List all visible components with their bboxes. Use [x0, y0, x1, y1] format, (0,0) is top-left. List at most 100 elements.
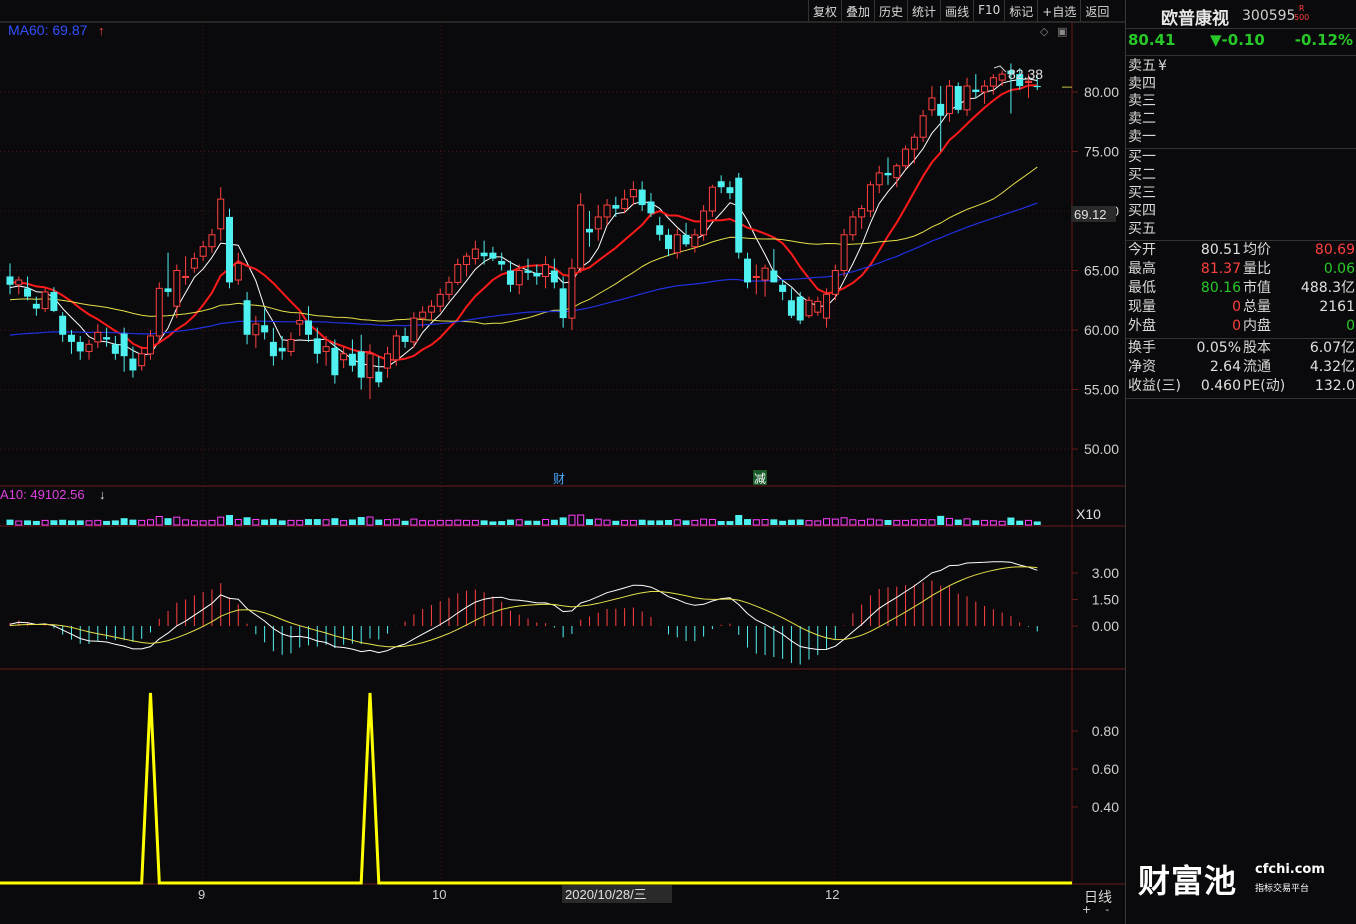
volume-bar	[849, 519, 857, 526]
toolbar-mark-button[interactable]: 标记	[1004, 0, 1037, 22]
candle-body	[67, 334, 75, 342]
fund-label: 股本	[1243, 340, 1271, 356]
volume-bar	[550, 519, 558, 525]
volume-bar	[796, 519, 804, 525]
event-marker-cai[interactable]: 财	[553, 472, 565, 486]
volume-bar	[480, 520, 488, 525]
badge-bottom: 500	[1294, 13, 1310, 22]
candle-body	[823, 293, 831, 319]
toolbar-add-watch-button[interactable]: +自选	[1037, 0, 1080, 22]
chart-canvas[interactable]: 50.0055.0060.0065.0070.0075.0080.000.001…	[0, 0, 1125, 924]
volume-legend: A10: 49102.56	[0, 487, 85, 502]
candle-body	[401, 335, 409, 342]
sell-5-label: 卖五	[1128, 58, 1156, 74]
candle-body	[41, 291, 49, 310]
volume-bar	[559, 517, 567, 525]
candle-body	[691, 234, 699, 248]
y-tick-label: 50.00	[1084, 441, 1119, 457]
volume-bar	[814, 520, 822, 526]
volume-bar	[252, 518, 260, 526]
window-icon[interactable]: ▣	[1057, 25, 1067, 38]
divider	[1126, 148, 1356, 149]
candle-body	[937, 103, 945, 116]
candle-body	[849, 216, 857, 236]
price-change-pct: -0.12%	[1294, 31, 1353, 49]
macd-tick-label: 0.00	[1092, 618, 1119, 634]
toolbar-stats-button[interactable]: 统计	[907, 0, 940, 22]
fundamentals-row: 净资 2.64 流通 4.32亿	[1126, 358, 1356, 377]
candle-body	[287, 339, 295, 352]
candle-body	[340, 353, 348, 361]
fundamentals-row: 收益(三) 0.460 PE(动) 132.0	[1126, 377, 1356, 396]
logo-en: cfchi.com	[1255, 862, 1325, 877]
candle-body	[814, 300, 822, 313]
candle-body	[199, 246, 207, 257]
candle-body	[981, 85, 989, 93]
quote-value: 488.3亿	[1300, 280, 1355, 296]
candle-body	[796, 296, 804, 321]
fund-label: 净资	[1128, 359, 1156, 375]
candle-body	[146, 335, 154, 355]
candle-body	[331, 347, 339, 376]
quote-value: 81.37	[1200, 261, 1241, 277]
volume-bar	[190, 520, 198, 526]
volume-bar	[875, 519, 883, 526]
volume-bar	[120, 518, 128, 525]
volume-bar	[998, 520, 1006, 526]
volume-bar	[823, 518, 831, 526]
volume-bar	[787, 519, 795, 525]
volume-bar	[735, 515, 743, 525]
candle-body	[305, 320, 313, 335]
volume-bar	[313, 519, 321, 525]
candle-body	[831, 270, 839, 295]
candle-body	[744, 258, 752, 283]
volume-bar	[515, 519, 523, 526]
buy-3-label: 买三	[1128, 185, 1156, 201]
candle-body	[261, 325, 269, 333]
buy-5-label: 买五	[1128, 221, 1156, 237]
event-marker-jian[interactable]: 减	[754, 472, 766, 486]
candle-body	[392, 335, 400, 361]
volume-bar	[629, 519, 637, 526]
toolbar-history-button[interactable]: 历史	[874, 0, 907, 22]
candle-body	[682, 234, 690, 245]
price-tag: 69.12	[1074, 207, 1107, 222]
fund-value: 4.32亿	[1309, 359, 1355, 375]
volume-bar	[577, 514, 585, 526]
buy-1-label: 买一	[1128, 149, 1156, 165]
sell-3-label: 卖三	[1128, 93, 1156, 109]
candle-body	[278, 347, 286, 352]
zoom-in-button[interactable]: +	[1082, 903, 1091, 916]
price-change: ▼-0.10	[1210, 31, 1265, 49]
quote-value: 0.06	[1323, 261, 1355, 277]
toolbar-fuquan-button[interactable]: 复权	[808, 0, 841, 22]
candle-body	[866, 184, 874, 212]
zoom-out-button[interactable]: -	[1105, 903, 1109, 916]
candle-body	[252, 323, 260, 336]
toolbar-overlay-button[interactable]: 叠加	[841, 0, 874, 22]
volume-bar	[278, 520, 286, 525]
candle-body	[998, 73, 1006, 81]
signal-tick-label: 0.40	[1092, 799, 1119, 815]
quote-label: 现量	[1128, 299, 1156, 315]
candle-body	[989, 77, 997, 87]
candle-body	[612, 205, 620, 209]
volume-bar	[41, 519, 49, 526]
toolbar-f10-button[interactable]: F10	[973, 0, 1004, 22]
volume-bar	[1033, 521, 1041, 525]
quote-row: 外盘 0 内盘 0	[1126, 317, 1356, 336]
candle-body	[735, 177, 743, 253]
volume-bar	[234, 518, 242, 526]
fund-label: 换手	[1128, 340, 1156, 356]
toolbar-draw-button[interactable]: 画线	[940, 0, 973, 22]
currency-icon: ¥	[1158, 58, 1167, 74]
volume-bar	[779, 520, 787, 525]
quote-label: 量比	[1243, 261, 1271, 277]
volume-bar	[858, 519, 866, 526]
toolbar-back-button[interactable]: 返回	[1080, 0, 1113, 22]
volume-bar	[138, 519, 146, 526]
candle-body	[770, 270, 778, 283]
diamond-icon[interactable]: ◇	[1040, 25, 1049, 38]
candle-body	[665, 234, 672, 250]
volume-bar	[384, 519, 392, 526]
